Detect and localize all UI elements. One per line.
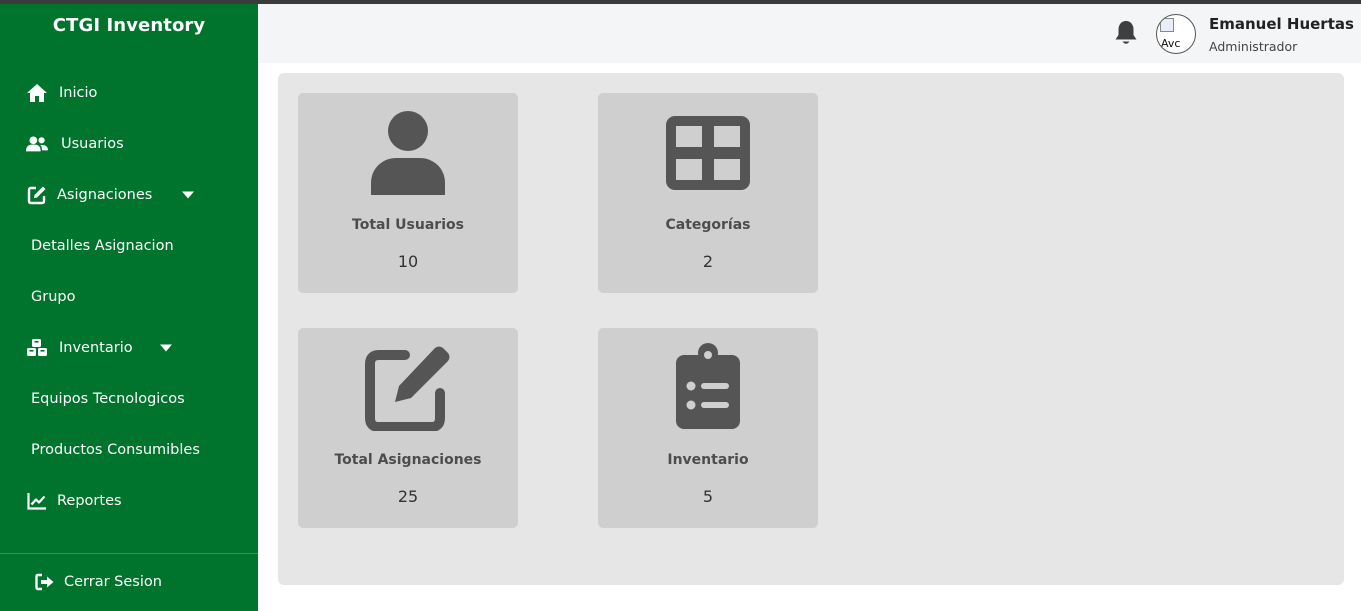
cubes-icon [26, 337, 48, 359]
sign-out-icon [34, 571, 56, 593]
broken-image-icon [1160, 18, 1174, 32]
card-value: 5 [702, 487, 714, 506]
card-categorias[interactable]: Categorías 2 [598, 93, 818, 293]
sidebar-item-label: Detalles Asignacion [31, 238, 174, 254]
user-role: Administrador [1209, 39, 1298, 54]
sidebar-item-label: Inventario [59, 340, 133, 356]
sidebar-item-inicio[interactable]: Inicio [0, 75, 258, 111]
logout-button[interactable]: Cerrar Sesion [0, 564, 258, 600]
sidebar-item-label: Asignaciones [57, 187, 153, 203]
sidebar-item-label: Grupo [31, 289, 76, 305]
app-brand: CTGI Inventory [52, 15, 206, 36]
sidebar-item-inventario[interactable]: Inventario [0, 330, 258, 366]
sidebar-item-asignaciones[interactable]: Asignaciones [0, 177, 258, 213]
card-value: 2 [702, 252, 714, 271]
sidebar-item-label: Equipos Tecnologicos [31, 391, 185, 407]
edit-icon [26, 184, 48, 206]
chevron-down-icon[interactable] [182, 191, 194, 199]
sidebar: CTGI Inventory Inicio Usuarios Asignacio… [0, 4, 258, 611]
card-total-asignaciones[interactable]: Total Asignaciones 25 [298, 328, 518, 528]
card-title: Categorías [665, 217, 751, 233]
sidebar-item-grupo[interactable]: Grupo [0, 279, 258, 315]
user-name: Emanuel Huertas [1209, 15, 1354, 33]
top-header: Avc Emanuel Huertas Administrador [258, 4, 1361, 63]
sidebar-item-detalles-asignacion[interactable]: Detalles Asignacion [0, 228, 258, 264]
sidebar-divider [0, 553, 258, 554]
card-title: Inventario [667, 452, 749, 468]
card-title: Total Asignaciones [334, 452, 482, 468]
card-inventario[interactable]: Inventario 5 [598, 328, 818, 528]
users-icon [26, 133, 48, 155]
card-value: 25 [397, 487, 419, 506]
avatar-alt-text: Avc [1161, 37, 1181, 50]
home-icon [26, 82, 48, 104]
clipboard-list-icon [598, 343, 818, 429]
sidebar-item-equipos-tecnologicos[interactable]: Equipos Tecnologicos [0, 381, 258, 417]
logout-label: Cerrar Sesion [64, 574, 162, 590]
sidebar-item-reportes[interactable]: Reportes [0, 483, 258, 519]
card-total-usuarios[interactable]: Total Usuarios 10 [298, 93, 518, 293]
card-title: Total Usuarios [352, 217, 464, 233]
sidebar-item-label: Inicio [59, 85, 98, 101]
bell-icon[interactable] [1113, 19, 1139, 47]
sidebar-item-label: Reportes [57, 493, 122, 509]
card-value: 10 [397, 252, 419, 271]
chevron-down-icon[interactable] [160, 344, 172, 352]
sidebar-item-productos-consumibles[interactable]: Productos Consumibles [0, 432, 258, 468]
user-icon [298, 111, 518, 195]
sidebar-item-label: Usuarios [61, 136, 124, 152]
sidebar-item-usuarios[interactable]: Usuarios [0, 126, 258, 162]
sidebar-item-label: Productos Consumibles [31, 442, 200, 458]
dashboard-panel: Total Usuarios 10 Categorías 2 Total Asi… [278, 73, 1344, 585]
chart-line-icon [26, 490, 48, 512]
edit-icon [298, 346, 518, 431]
grid-icon [598, 111, 818, 195]
avatar[interactable]: Avc [1156, 14, 1196, 54]
